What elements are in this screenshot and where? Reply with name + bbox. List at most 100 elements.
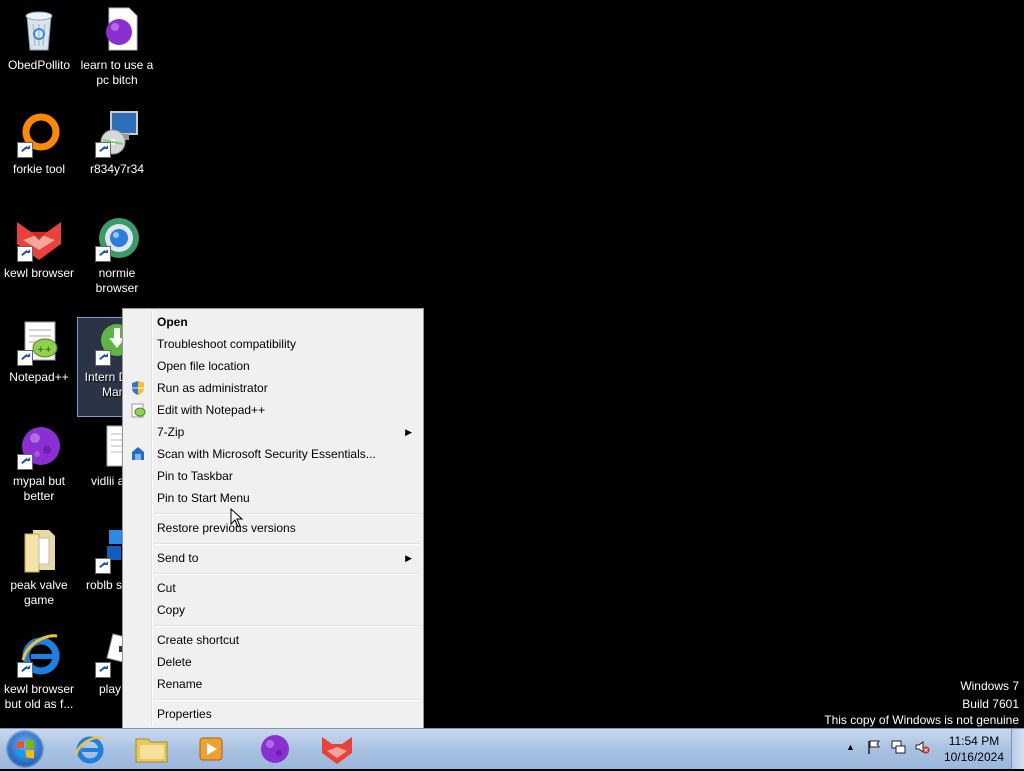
desktop-icon-learn-to-use[interactable]: learn to use a pc bitch: [78, 6, 156, 88]
notepad-plus-plus-icon: [130, 402, 146, 418]
desktop-icon-kewl-browser[interactable]: kewl browser: [0, 214, 78, 281]
desktop-icon-label: mypal but better: [12, 474, 66, 503]
clock-time: 11:54 PM: [948, 734, 1000, 748]
shortcut-arrow-icon: [95, 662, 111, 678]
network-icon[interactable]: [890, 739, 906, 758]
action-center-flag-icon[interactable]: [866, 739, 882, 758]
globe-browser-icon: [93, 214, 141, 262]
taskbar-clock[interactable]: 11:54 PM 10/16/2024: [944, 733, 1004, 765]
windows-logo-icon: [17, 739, 34, 759]
taskbar-windows-explorer[interactable]: [124, 731, 178, 767]
menu-item-label: Pin to Start Menu: [157, 491, 250, 505]
menu-item-label: Troubleshoot compatibility: [157, 337, 296, 351]
menu-item-scan-security-essentials[interactable]: Scan with Microsoft Security Essentials.…: [126, 443, 420, 465]
security-essentials-icon: [130, 446, 146, 462]
desktop-icon-forkie-tool[interactable]: forkie tool: [0, 110, 78, 177]
show-desktop-button[interactable]: [1011, 729, 1024, 769]
menu-separator: [154, 699, 420, 701]
start-button[interactable]: [6, 730, 44, 768]
purple-planet-icon: [15, 422, 63, 470]
menu-item-label: Open: [157, 315, 188, 329]
not-genuine-notice: This copy of Windows is not genuine: [824, 713, 1019, 727]
shortcut-arrow-icon: [17, 142, 33, 158]
menu-item-open-file-location[interactable]: Open file location: [126, 355, 420, 377]
red-fox-browser-icon: [15, 214, 63, 262]
menu-item-label: Rename: [157, 677, 203, 691]
notepad-plus-plus-icon: ++: [15, 318, 63, 366]
menu-item-7zip[interactable]: 7-Zip ▶: [126, 421, 420, 443]
desktop-icon-label: kewl browser: [3, 266, 75, 280]
taskbar-media-player[interactable]: [184, 731, 238, 767]
menu-item-label: Properties: [157, 707, 212, 721]
internet-explorer-icon: [74, 736, 104, 764]
desktop-icon-peak-valve-game[interactable]: peak valve game: [0, 526, 78, 608]
menu-item-label: Send to: [157, 551, 199, 565]
shortcut-arrow-icon: [95, 558, 111, 574]
svg-text:++: ++: [37, 345, 52, 355]
menu-item-label: Delete: [157, 655, 192, 669]
menu-item-create-shortcut[interactable]: Create shortcut: [126, 629, 420, 651]
desktop-icon-r834y7r34[interactable]: r834y7r34: [78, 110, 156, 177]
menu-item-edit-with-notepad-plus-plus[interactable]: Edit with Notepad++: [126, 399, 420, 421]
shortcut-arrow-icon: [17, 246, 33, 262]
clock-date: 10/16/2024: [943, 750, 1004, 764]
desktop-icon-notepad-plus-plus[interactable]: ++ Notepad++: [0, 318, 78, 385]
purple-planet-icon: [261, 735, 289, 763]
menu-separator: [154, 573, 420, 575]
computer-disc-installer-icon: [93, 110, 141, 158]
menu-item-pin-to-start-menu[interactable]: Pin to Start Menu: [126, 487, 420, 509]
recycle-bin-icon: [15, 6, 63, 54]
menu-item-label: Cut: [157, 581, 176, 595]
menu-item-rename[interactable]: Rename: [126, 673, 420, 695]
menu-item-troubleshoot-compatibility[interactable]: Troubleshoot compatibility: [126, 333, 420, 355]
menu-separator: [154, 543, 420, 545]
internet-explorer-icon: [15, 630, 63, 678]
menu-item-restore-previous-versions[interactable]: Restore previous versions: [126, 517, 420, 539]
menu-item-copy[interactable]: Copy: [126, 599, 420, 621]
menu-item-label: Pin to Taskbar: [157, 469, 233, 483]
taskbar-red-fox-browser[interactable]: [310, 731, 364, 767]
volume-muted-icon[interactable]: [914, 739, 930, 758]
shortcut-arrow-icon: [95, 350, 111, 366]
context-menu: Open Troubleshoot compatibility Open fil…: [122, 308, 424, 729]
windows-version-line: Windows 7: [960, 679, 1019, 693]
menu-item-open[interactable]: Open: [126, 311, 420, 333]
submenu-arrow-icon: ▶: [405, 553, 412, 563]
uac-shield-icon: [130, 380, 146, 396]
desktop-icon-mypal[interactable]: mypal but better: [0, 422, 78, 504]
menu-item-cut[interactable]: Cut: [126, 577, 420, 599]
menu-item-label: Create shortcut: [157, 633, 240, 647]
media-player-icon: [199, 737, 223, 761]
windows-build-line: Build 7601: [962, 697, 1019, 711]
desktop-icon-label: kewl browser but old as f...: [3, 682, 75, 711]
taskbar-purple-planet[interactable]: [248, 731, 302, 767]
folder-icon: [15, 526, 63, 574]
shortcut-arrow-icon: [17, 454, 33, 470]
menu-item-label: Edit with Notepad++: [157, 403, 266, 417]
menu-item-properties[interactable]: Properties: [126, 703, 420, 725]
show-hidden-icons-button[interactable]: ▲: [846, 742, 855, 752]
purple-orb-document-icon: [93, 6, 141, 54]
menu-item-label: Scan with Microsoft Security Essentials.…: [157, 447, 376, 461]
desktop-icon-label: Notepad++: [9, 370, 69, 384]
menu-item-label: 7-Zip: [157, 425, 185, 439]
menu-item-label: Run as administrator: [157, 381, 268, 395]
taskbar: ▲ 11:54 PM 10/16/2024: [0, 728, 1024, 769]
menu-separator: [154, 625, 420, 627]
desktop-icon-label: ObedPollito: [7, 58, 71, 72]
desktop-icon-normie-browser[interactable]: normie browser: [78, 214, 156, 296]
mouse-cursor-icon: [230, 507, 244, 531]
desktop-icon-obedpollito[interactable]: ObedPollito: [0, 6, 78, 73]
orange-ring-icon: [15, 110, 63, 158]
desktop-icon-kewl-browser-old[interactable]: kewl browser but old as f...: [0, 630, 78, 712]
menu-item-pin-to-taskbar[interactable]: Pin to Taskbar: [126, 465, 420, 487]
taskbar-internet-explorer[interactable]: [62, 731, 116, 767]
menu-item-run-as-administrator[interactable]: Run as administrator: [126, 377, 420, 399]
red-fox-browser-icon: [322, 737, 352, 764]
menu-item-delete[interactable]: Delete: [126, 651, 420, 673]
desktop-icon-label: normie browser: [95, 266, 139, 295]
shortcut-arrow-icon: [17, 350, 33, 366]
menu-item-send-to[interactable]: Send to ▶: [126, 547, 420, 569]
desktop-icon-label: learn to use a pc bitch: [80, 58, 154, 87]
desktop-icon-label: r834y7r34: [89, 162, 145, 176]
